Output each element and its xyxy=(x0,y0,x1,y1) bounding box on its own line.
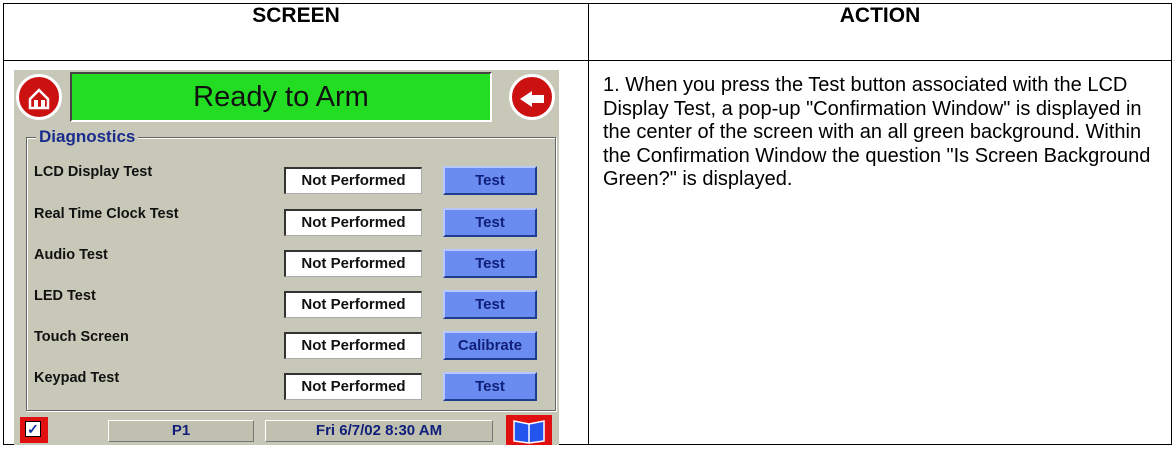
check-button[interactable]: ✓ xyxy=(20,417,48,443)
test-label-touch: Touch Screen xyxy=(34,329,129,345)
header-screen: SCREEN xyxy=(3,3,589,61)
test-button-keypad[interactable]: Test xyxy=(443,372,537,401)
test-label-audio: Audio Test xyxy=(34,247,108,263)
result-rtc: Not Performed xyxy=(284,209,422,236)
home-button[interactable] xyxy=(16,74,62,120)
test-label-led: LED Test xyxy=(34,288,96,304)
status-banner: Ready to Arm xyxy=(70,72,492,122)
bottom-bar: ✓ P1 Fri 6/7/02 8:30 AM xyxy=(14,415,559,445)
result-audio: Not Performed xyxy=(284,250,422,277)
result-led: Not Performed xyxy=(284,291,422,318)
back-arrow-icon xyxy=(520,91,544,107)
back-button[interactable] xyxy=(509,74,555,120)
datetime-display: Fri 6/7/02 8:30 AM xyxy=(265,420,493,442)
calibrate-button-touch[interactable]: Calibrate xyxy=(443,331,537,360)
test-button-led[interactable]: Test xyxy=(443,290,537,319)
test-button-rtc[interactable]: Test xyxy=(443,208,537,237)
device-screen: Ready to Arm Diagnostics LCD Display Tes… xyxy=(14,70,559,445)
screen-cell: Ready to Arm Diagnostics LCD Display Tes… xyxy=(3,60,589,445)
checkbox-icon: ✓ xyxy=(25,421,41,437)
result-keypad: Not Performed xyxy=(284,373,422,400)
home-icon xyxy=(28,88,50,110)
top-bar: Ready to Arm xyxy=(14,70,559,124)
book-icon xyxy=(513,420,545,444)
test-label-keypad: Keypad Test xyxy=(34,370,120,386)
action-cell: 1. When you press the Test button associ… xyxy=(588,60,1172,445)
test-label-rtc: Real Time Clock Test xyxy=(34,206,179,222)
page-indicator: P1 xyxy=(108,420,254,442)
action-instructions: 1. When you press the Test button associ… xyxy=(603,74,1151,190)
header-action: ACTION xyxy=(588,3,1172,61)
result-lcd: Not Performed xyxy=(284,167,422,194)
test-button-audio[interactable]: Test xyxy=(443,249,537,278)
test-label-lcd: LCD Display Test xyxy=(34,164,153,180)
test-button-lcd[interactable]: Test xyxy=(443,166,537,195)
instruction-table: SCREEN ACTION Ready to Arm Diagnostics L… xyxy=(3,3,1172,445)
result-touch: Not Performed xyxy=(284,332,422,359)
book-button[interactable] xyxy=(506,415,552,445)
group-title: Diagnostics xyxy=(36,127,139,147)
